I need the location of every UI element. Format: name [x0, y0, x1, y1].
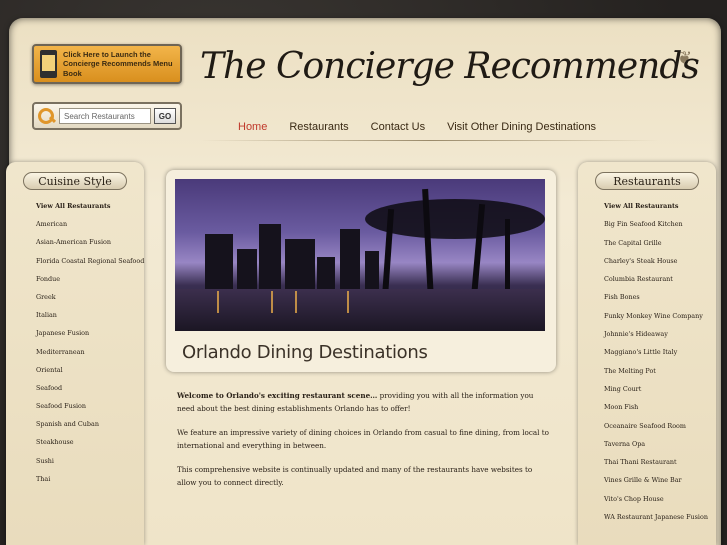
- cuisine-item[interactable]: Seafood: [36, 379, 144, 397]
- book-icon: [40, 50, 57, 78]
- restaurant-item[interactable]: The Capital Grille: [604, 234, 716, 252]
- cuisine-list: View All Restaurants American Asian-Americ…: [6, 197, 144, 488]
- cuisine-item[interactable]: Mediterranean: [36, 343, 144, 361]
- restaurant-item[interactable]: Vines Grille & Wine Bar: [604, 471, 716, 489]
- restaurant-item[interactable]: Maggiano's Little Italy: [604, 343, 716, 361]
- cuisine-sidebar-title: Cuisine Style: [23, 172, 127, 190]
- restaurant-list: View All Restaurants Big Fin Seafood Kitc…: [578, 197, 716, 526]
- hero-caption: Orlando Dining Destinations: [182, 342, 428, 363]
- cuisine-item[interactable]: View All Restaurants: [36, 197, 144, 215]
- intro-lead: Welcome to Orlando's exciting restaurant…: [177, 391, 378, 400]
- cuisine-item[interactable]: Sushi: [36, 452, 144, 470]
- nav-divider: [200, 140, 660, 141]
- cuisine-item[interactable]: Asian-American Fusion: [36, 233, 144, 251]
- menu-book-label: Click Here to Launch the Concierge Recom…: [62, 49, 173, 78]
- cuisine-item[interactable]: Fondue: [36, 270, 144, 288]
- cuisine-item[interactable]: Steakhouse: [36, 433, 144, 451]
- restaurant-item[interactable]: Fish Bones: [604, 288, 716, 306]
- restaurant-item[interactable]: Charley's Steak House: [604, 252, 716, 270]
- cuisine-item[interactable]: Oriental: [36, 361, 144, 379]
- go-button[interactable]: GO: [154, 108, 176, 124]
- restaurant-item[interactable]: Moon Fish: [604, 398, 716, 416]
- cuisine-item[interactable]: Japanese Fusion: [36, 324, 144, 342]
- cuisine-item[interactable]: American: [36, 215, 144, 233]
- nav-restaurants[interactable]: Restaurants: [289, 121, 348, 133]
- cuisine-item[interactable]: Italian: [36, 306, 144, 324]
- intro-paragraph-3: This comprehensive website is continuall…: [177, 465, 533, 487]
- hero-panel: Orlando Dining Destinations: [166, 170, 556, 372]
- restaurant-item[interactable]: View All Restaurants: [604, 197, 716, 215]
- menu-book-button[interactable]: Click Here to Launch the Concierge Recom…: [32, 44, 182, 84]
- cuisine-item[interactable]: Greek: [36, 288, 144, 306]
- intro-paragraph-2: We feature an impressive variety of dini…: [177, 428, 549, 450]
- intro-paragraph-1: Welcome to Orlando's exciting restaurant…: [177, 390, 549, 415]
- cuisine-item[interactable]: Florida Coastal Regional Seafood: [36, 252, 144, 270]
- restaurant-item[interactable]: Taverna Opa: [604, 435, 716, 453]
- cuisine-sidebar: Cuisine Style View All Restaurants Americ…: [6, 162, 144, 545]
- cuisine-item[interactable]: Seafood Fusion: [36, 397, 144, 415]
- cuisine-item[interactable]: Thai: [36, 470, 144, 488]
- restaurant-item[interactable]: Big Fin Seafood Kitchen: [604, 215, 716, 233]
- restaurant-item[interactable]: Funky Monkey Wine Company: [604, 307, 716, 325]
- restaurants-sidebar-title: Restaurants: [595, 172, 699, 190]
- restaurant-item[interactable]: Thai Thani Restaurant: [604, 453, 716, 471]
- restaurant-item[interactable]: WA Restaurant Japanese Fusion: [604, 508, 716, 526]
- nav-contact-us[interactable]: Contact Us: [371, 121, 425, 133]
- cuisine-item[interactable]: Spanish and Cuban: [36, 415, 144, 433]
- restaurant-item[interactable]: Vito's Chop House: [604, 490, 716, 508]
- restaurant-item[interactable]: Columbia Restaurant: [604, 270, 716, 288]
- search-icon: [37, 107, 55, 125]
- restaurant-item[interactable]: Johnnie's Hideaway: [604, 325, 716, 343]
- restaurants-sidebar: Restaurants View All Restaurants Big Fin …: [578, 162, 716, 545]
- restaurant-item[interactable]: Ming Court: [604, 380, 716, 398]
- intro-text: Welcome to Orlando's exciting restaurant…: [177, 390, 549, 502]
- search-bar: GO: [32, 102, 182, 130]
- search-input[interactable]: [59, 108, 151, 124]
- restaurant-item[interactable]: The Melting Pot: [604, 362, 716, 380]
- site-title: The Concierge Recommends: [200, 46, 700, 87]
- nav-other-destinations[interactable]: Visit Other Dining Destinations: [447, 121, 596, 133]
- orlando-skyline-photo: [175, 179, 545, 331]
- main-nav: Home Restaurants Contact Us Visit Other …: [238, 121, 596, 133]
- restaurant-item[interactable]: Oceanaire Seafood Room: [604, 417, 716, 435]
- nav-home[interactable]: Home: [238, 121, 267, 133]
